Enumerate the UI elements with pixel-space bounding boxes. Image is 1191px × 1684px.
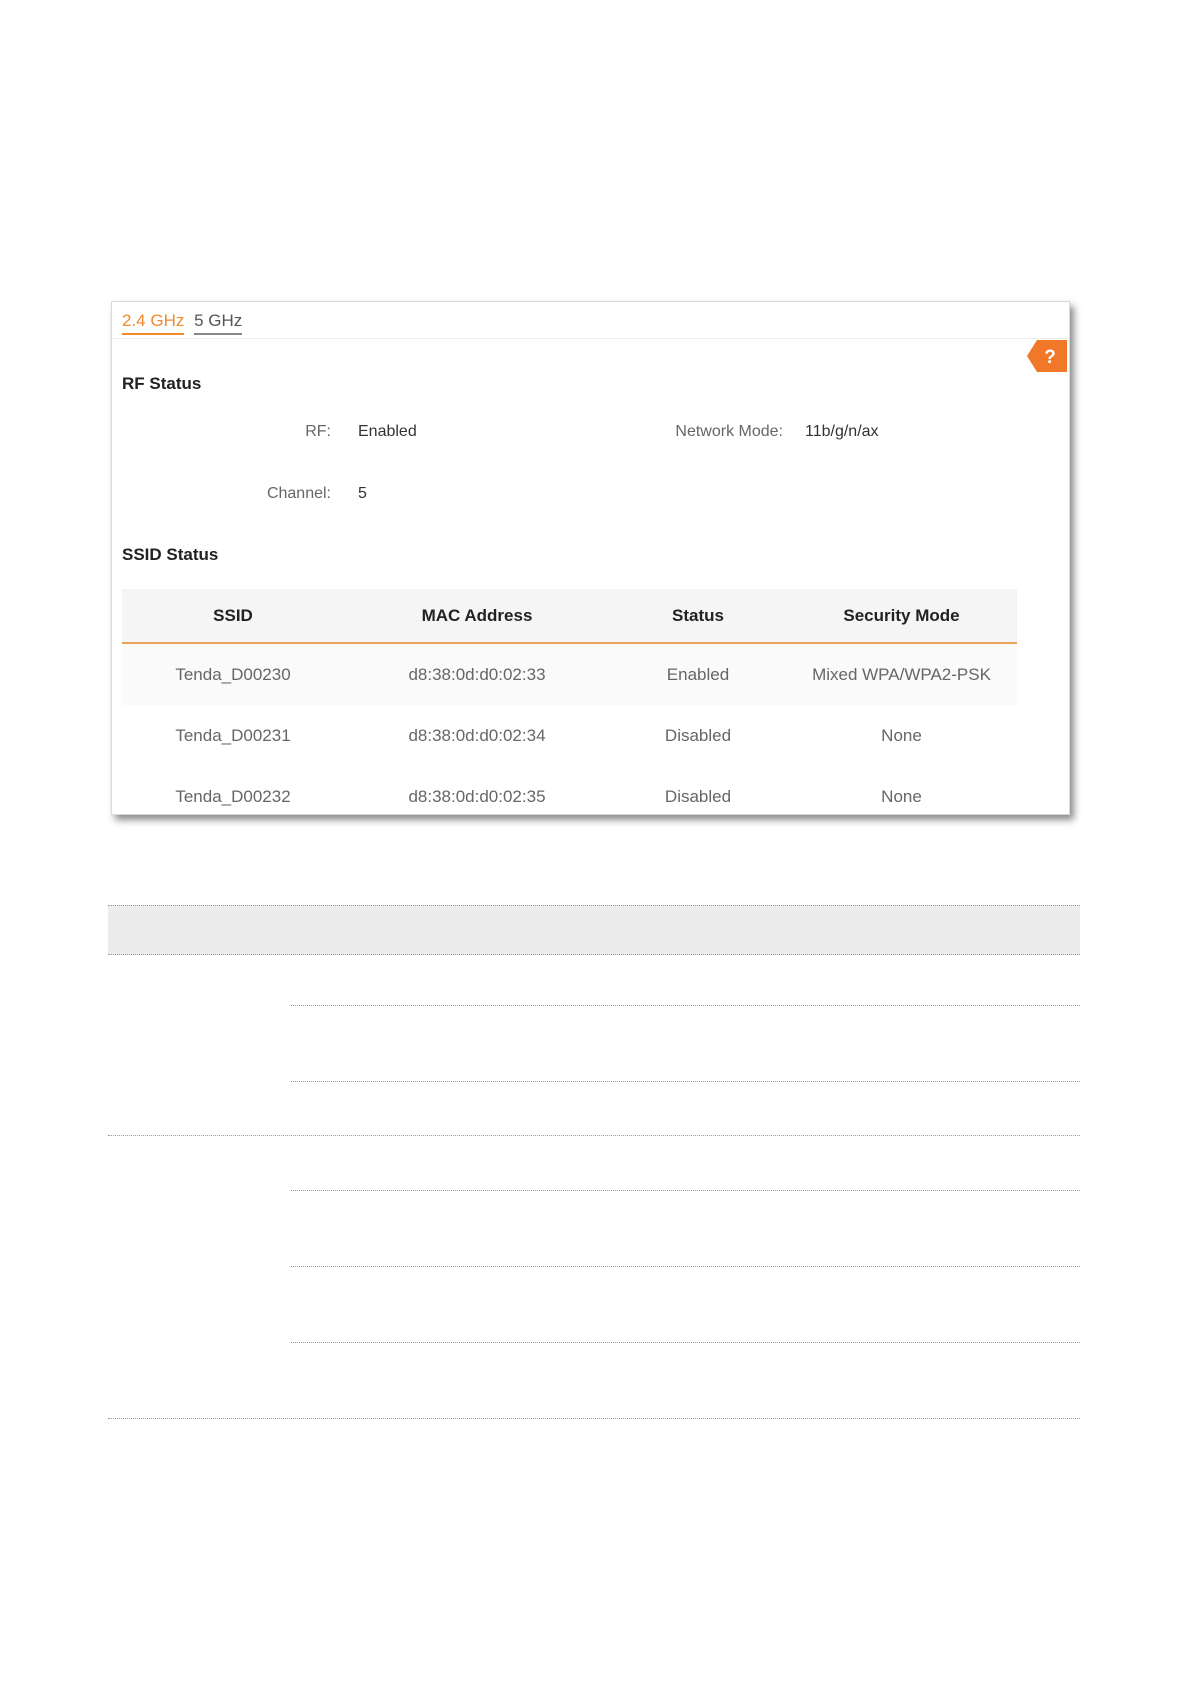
channel-value: 5: [358, 485, 367, 502]
column-header-mac-address: MAC Address: [344, 589, 610, 644]
row-divider: [291, 1342, 1080, 1343]
ssid-cell: Tenda_D00230: [122, 643, 344, 705]
security-mode-cell: Mixed WPA/WPA2-PSK: [786, 643, 1017, 705]
row-divider: [291, 1190, 1080, 1191]
rf-status-heading: RF Status: [122, 374, 202, 393]
network-mode-value: 11b/g/n/ax: [805, 423, 879, 440]
tab-5-ghz[interactable]: 5 GHz: [194, 310, 243, 335]
channel-label: Channel:: [266, 485, 331, 502]
ssid-cell: Tenda_D00232: [175, 786, 291, 806]
table-row: Tenda_D00232 d8:38:0d:d0:02:35 Disabled …: [122, 766, 1017, 814]
rf-value: Enabled: [358, 423, 417, 440]
help-button[interactable]: ?: [1027, 340, 1067, 372]
tab-divider: [112, 338, 1069, 339]
help-label: ?: [1044, 347, 1056, 368]
help-icon: ?: [1027, 340, 1067, 372]
parameter-description-table: [108, 905, 1080, 1419]
ssid-status-heading: SSID Status: [122, 545, 219, 564]
table-row: Tenda_D00231 d8:38:0d:d0:02:34 Disabled …: [122, 705, 1017, 766]
row-divider: [291, 1005, 1080, 1006]
status-cell: Disabled: [664, 786, 732, 806]
row-divider: [108, 1418, 1080, 1419]
ssid-cell: Tenda_D00231: [175, 725, 291, 745]
table-header-row: SSID MAC Address Status Security Mode: [122, 589, 1017, 644]
column-header-ssid: SSID: [122, 589, 344, 644]
column-header-security-mode: Security Mode: [786, 589, 1017, 644]
tab-2-4-ghz[interactable]: 2.4 GHz: [122, 310, 185, 335]
table-header-row: [108, 905, 1080, 955]
column-header-status: Status: [610, 589, 786, 644]
rf-label: RF:: [305, 423, 331, 440]
band-tabs: 2.4 GHz 5 GHz: [122, 310, 243, 335]
security-mode-cell: None: [881, 786, 922, 806]
row-divider: [108, 1135, 1080, 1136]
table-row: Tenda_D00230 d8:38:0d:d0:02:33 Enabled M…: [122, 643, 1017, 705]
security-mode-cell: None: [881, 725, 922, 745]
mac-address-cell: d8:38:0d:d0:02:34: [408, 725, 546, 745]
status-cell: Disabled: [664, 725, 732, 745]
ssid-status-table: SSID MAC Address Status Security Mode Te…: [122, 589, 1017, 814]
mac-address-cell: d8:38:0d:d0:02:33: [344, 643, 610, 705]
status-cell: Enabled: [610, 643, 786, 705]
network-mode-label: Network Mode:: [675, 423, 783, 440]
row-divider: [291, 1266, 1080, 1267]
mac-address-cell: d8:38:0d:d0:02:35: [408, 786, 546, 806]
wifi-status-panel: 2.4 GHz 5 GHz ? RF Status RF: Enabled Ne…: [111, 301, 1070, 815]
row-divider: [291, 1081, 1080, 1082]
